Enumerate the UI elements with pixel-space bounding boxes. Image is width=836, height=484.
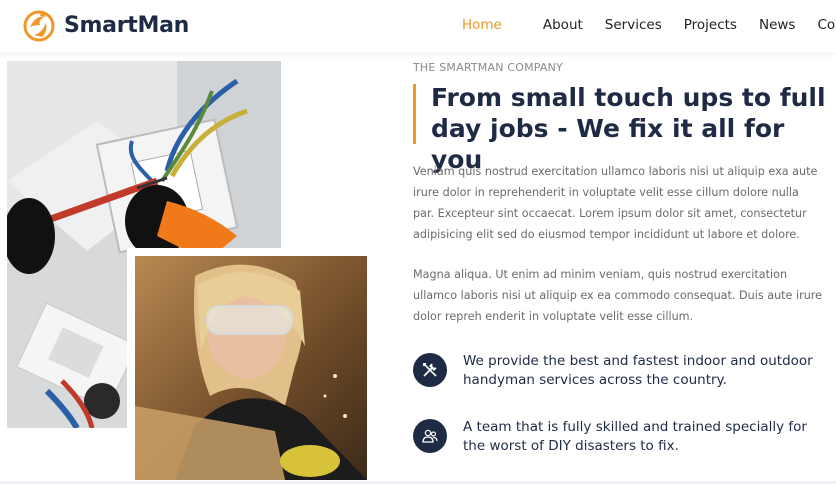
nav-services[interactable]: Services xyxy=(605,17,662,33)
nav-news[interactable]: News xyxy=(759,17,795,33)
logo-text: SmartMan xyxy=(64,12,189,38)
worker-photo xyxy=(135,256,367,480)
main-nav: Home About Services Projects News Contac… xyxy=(462,17,836,33)
feature-item: We provide the best and fastest indoor a… xyxy=(413,352,823,390)
nav-projects[interactable]: Projects xyxy=(684,17,737,33)
logo-icon xyxy=(23,10,55,42)
second-paragraph: Magna aliqua. Ut enim ad minim veniam, q… xyxy=(413,268,823,323)
section-eyebrow: THE SMARTMAN COMPANY xyxy=(413,61,563,74)
site-header: SmartMan Home About Services Projects Ne… xyxy=(0,0,836,52)
heading-block: From small touch ups to full day jobs - … xyxy=(413,82,833,174)
nav-home[interactable]: Home xyxy=(462,17,502,33)
feature-text: A team that is fully skilled and trained… xyxy=(463,419,807,454)
worker-photo-frame xyxy=(127,248,375,484)
tools-icon xyxy=(413,353,447,387)
nav-contact[interactable]: Contact xyxy=(817,17,836,33)
intro-paragraph: Veniam quis nostrud exercitation ullamco… xyxy=(413,165,818,241)
feature-item: A team that is fully skilled and trained… xyxy=(413,418,823,456)
logo[interactable]: SmartMan xyxy=(22,7,189,43)
team-icon xyxy=(413,419,447,453)
feature-text: We provide the best and fastest indoor a… xyxy=(463,353,813,388)
nav-about[interactable]: About xyxy=(543,17,583,33)
heading-accent-bar xyxy=(413,84,416,144)
